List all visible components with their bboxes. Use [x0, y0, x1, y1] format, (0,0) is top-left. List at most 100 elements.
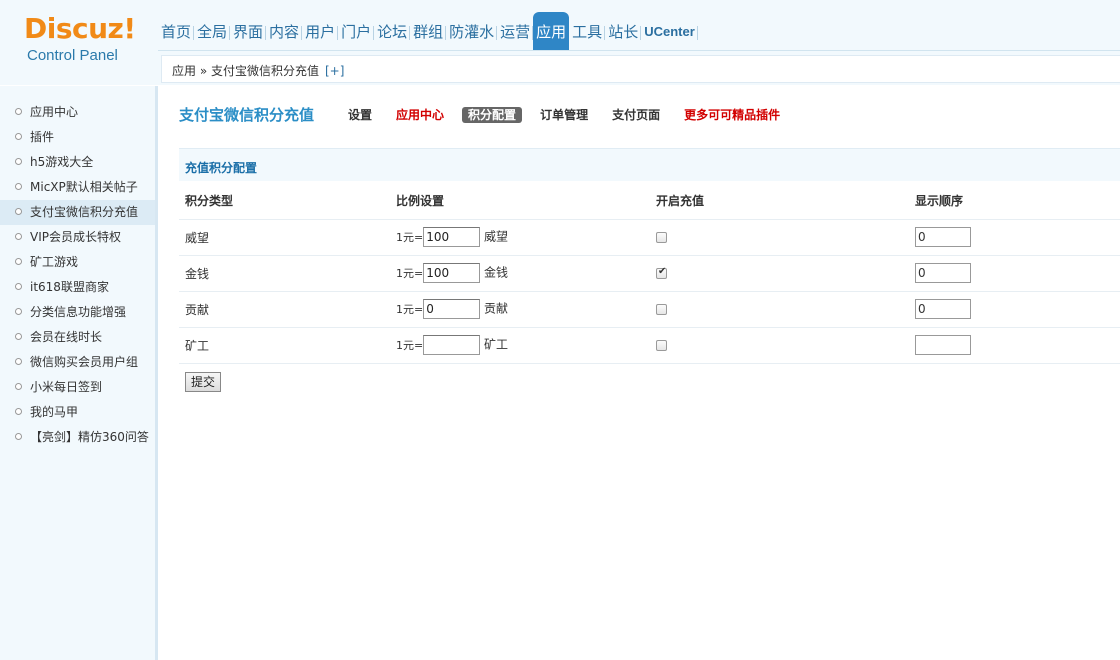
ratio-cell: 1元= 100 威望	[390, 219, 650, 256]
column-header: 显示顺序	[909, 183, 1120, 220]
topnav-label: 应用	[536, 23, 567, 41]
sidebar-item[interactable]: 我的马甲	[0, 400, 155, 425]
order-cell: 0	[909, 291, 1120, 328]
section-header: 充值积分配置	[179, 148, 1120, 181]
ratio-input[interactable]: 0	[423, 299, 481, 319]
enable-checkbox[interactable]	[656, 340, 667, 351]
yuan-prefix: 1元=	[396, 267, 424, 280]
ratio-input[interactable]: 100	[423, 227, 481, 247]
topnav-label: 用户	[305, 23, 336, 41]
plugin-tab[interactable]: 应用中心	[390, 107, 450, 123]
sidebar-item-label: it618联盟商家	[30, 280, 109, 294]
sidebar-item-label: 小米每日签到	[30, 380, 103, 394]
ratio-unit: 威望	[484, 229, 509, 244]
sidebar-item-label: 插件	[30, 130, 55, 144]
order-input[interactable]: 0	[915, 299, 971, 319]
sidebar-item[interactable]: it618联盟商家	[0, 275, 155, 300]
plugin-tab[interactable]: 更多可可精品插件	[678, 107, 786, 123]
ratio-unit: 矿工	[484, 337, 509, 352]
sidebar-item-label: 应用中心	[30, 105, 79, 119]
topnav-label: 首页	[161, 23, 192, 41]
sidebar-item-label: 我的马甲	[30, 405, 79, 419]
topnav-item[interactable]: 工具	[569, 18, 606, 50]
sidebar-item[interactable]: MicXP默认相关帖子	[0, 175, 155, 200]
enable-cell	[650, 219, 909, 256]
topnav-label: 内容	[269, 23, 300, 41]
sidebar-item-label: 分类信息功能增强	[30, 305, 127, 319]
topnav-item[interactable]: 全局	[194, 18, 231, 50]
bullet-icon	[15, 358, 22, 365]
enable-checkbox[interactable]	[656, 232, 667, 243]
sidebar-item[interactable]: 支付宝微信积分充值	[0, 200, 155, 225]
yuan-prefix: 1元=	[396, 339, 424, 352]
top-navigation: 首页 全局 界面 内容 用户 门户 论坛 群组 防灌水 运营 应用 工具 站长 UCenter	[158, 0, 1120, 50]
bullet-icon	[15, 108, 22, 115]
topnav-item[interactable]: 群组	[410, 18, 447, 50]
sidebar-item[interactable]: 矿工游戏	[0, 250, 155, 275]
topnav-item[interactable]: 运营	[497, 18, 534, 50]
breadcrumb-toggle[interactable]: [+]	[325, 64, 344, 78]
plugin-tab[interactable]: 设置	[342, 107, 378, 123]
sidebar-item[interactable]: 会员在线时长	[0, 325, 155, 350]
submit-button[interactable]: 提交	[185, 372, 221, 392]
order-input[interactable]: 0	[915, 227, 971, 247]
sidebar-item[interactable]: 分类信息功能增强	[0, 300, 155, 325]
bullet-icon	[15, 433, 22, 440]
topnav-item[interactable]: 用户	[302, 18, 339, 50]
enable-cell	[650, 327, 909, 364]
topnav-item[interactable]: UCenter	[641, 18, 698, 50]
bullet-icon	[15, 308, 22, 315]
ratio-input[interactable]	[423, 335, 481, 355]
sidebar-item[interactable]: 小米每日签到	[0, 375, 155, 400]
enable-checkbox[interactable]	[656, 266, 667, 279]
table-header-row: 积分类型 比例设置 开启充值 显示顺序	[179, 183, 1120, 220]
order-input[interactable]: 0	[915, 263, 971, 283]
sidebar-item[interactable]: 插件	[0, 125, 155, 150]
bullet-icon	[15, 208, 22, 215]
topnav-label: 站长	[608, 23, 639, 41]
sidebar-item-label: 微信购买会员用户组	[30, 355, 139, 369]
order-input[interactable]	[915, 335, 971, 355]
topnav-item[interactable]: 界面	[230, 18, 267, 50]
table-row: 威望 1元= 100 威望 0	[179, 219, 1120, 256]
bullet-icon	[15, 408, 22, 415]
topnav-item[interactable]: 站长	[605, 18, 642, 50]
plugin-title: 支付宝微信积分充值	[179, 105, 315, 124]
topnav-label: 界面	[233, 23, 264, 41]
topnav-label: 门户	[341, 23, 372, 41]
plugin-tab[interactable]: 订单管理	[534, 107, 594, 123]
logo-subtitle: Control Panel	[27, 47, 118, 64]
yuan-prefix: 1元=	[396, 303, 424, 316]
topnav-label: 全局	[197, 23, 228, 41]
ratio-input[interactable]: 100	[423, 263, 481, 283]
ratio-cell: 1元= 0 贡献	[390, 291, 650, 328]
sidebar-item[interactable]: h5游戏大全	[0, 150, 155, 175]
plugin-tab[interactable]: 积分配置	[462, 106, 523, 123]
logo[interactable]: Discuz! Control Panel	[0, 0, 158, 85]
sidebar-item-label: 会员在线时长	[30, 330, 103, 344]
bullet-icon	[15, 183, 22, 190]
breadcrumb-bar: 应用 » 支付宝微信积分充值 [+]	[158, 50, 1120, 85]
sidebar-item[interactable]: 【亮剑】精仿360问答	[0, 425, 155, 450]
topnav-item[interactable]: 应用	[533, 12, 570, 50]
topnav-item[interactable]: 内容	[266, 18, 303, 50]
table-row: 矿工 1元= 矿工	[179, 327, 1120, 364]
plugin-tab[interactable]: 支付页面	[606, 107, 666, 123]
bullet-icon	[15, 258, 22, 265]
sidebar-item-label: 支付宝微信积分充值	[30, 205, 139, 219]
sidebar-item[interactable]: 微信购买会员用户组	[0, 350, 155, 375]
nav-separator	[696, 26, 698, 40]
bullet-icon	[15, 283, 22, 290]
enable-cell	[650, 255, 909, 292]
ratio-unit: 金钱	[484, 265, 509, 280]
topnav-item[interactable]: 防灌水	[446, 18, 498, 50]
topnav-item[interactable]: 首页	[158, 18, 195, 50]
breadcrumb-path: 应用 » 支付宝微信积分充值	[172, 64, 319, 78]
topnav-label: 运营	[500, 23, 531, 41]
topnav-item[interactable]: 门户	[338, 18, 375, 50]
main-content: 支付宝微信积分充值 设置 应用中心 积分配置 订单管理 支付页面 更多可可精品插件 充值积…	[161, 86, 1120, 660]
sidebar-item[interactable]: 应用中心	[0, 100, 155, 125]
sidebar-item[interactable]: VIP会员成长特权	[0, 225, 155, 250]
topnav-item[interactable]: 论坛	[374, 18, 411, 50]
enable-checkbox[interactable]	[656, 304, 667, 315]
